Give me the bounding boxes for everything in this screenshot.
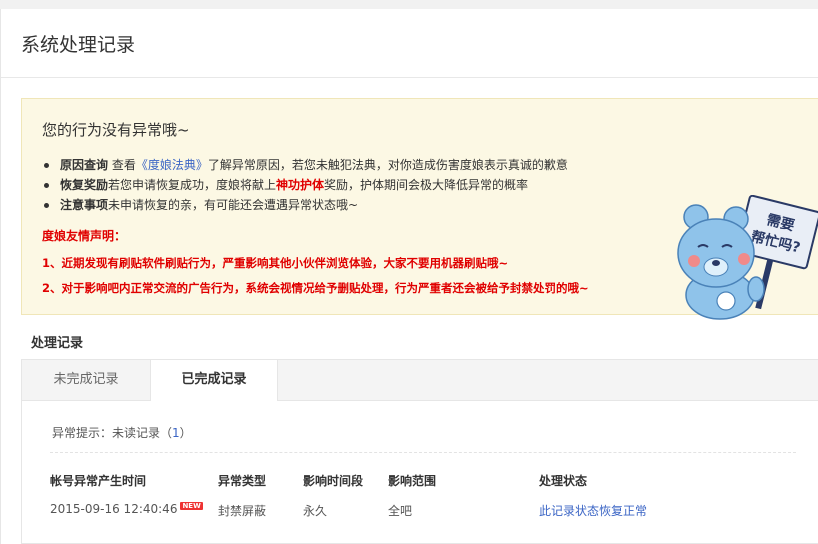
notice-item-reason: 原因查询 查看《度娘法典》了解异常原因，若您未触犯法典，对你造成伤害度娘表示真诚… xyxy=(42,155,568,175)
notice-text: 奖励，护体期间会极大降低异常的概率 xyxy=(324,178,529,192)
column-header-duration: 影响时间段 xyxy=(303,474,364,488)
record-time: 2015-09-16 12:40:46 xyxy=(50,502,178,516)
page-header: 系统处理记录 xyxy=(1,9,818,78)
records-title: 处理记录 xyxy=(31,336,84,351)
table-cell-scope: 全吧 xyxy=(388,504,413,518)
table-cell-time: 2015-09-16 12:40:46 NEW xyxy=(50,502,203,516)
records-panel: 未完成记录 已完成记录 异常提示：未读记录（1） 帐号异常产生时间 异常类型 影… xyxy=(21,359,818,544)
notice-list: 原因查询 查看《度娘法典》了解异常原因，若您未触犯法典，对你造成伤害度娘表示真诚… xyxy=(42,155,568,215)
notice-text: 未申请恢复的亲，有可能还会遭遇异常状态哦~ xyxy=(108,198,359,212)
unread-count[interactable]: 1 xyxy=(172,426,180,440)
notice-item-label: 注意事项 xyxy=(60,198,109,212)
notice-title: 您的行为没有异常哦~ xyxy=(42,121,190,139)
column-header-time: 帐号异常产生时间 xyxy=(50,474,147,488)
law-book-link[interactable]: 《度娘法典》 xyxy=(136,158,208,172)
new-badge: NEW xyxy=(180,502,203,510)
hint-end: ） xyxy=(179,426,192,440)
declaration-line-1: 1、近期发现有刷贴软件刷贴行为，严重影响其他小伙伴浏览体验，大家不要用机器刷贴哦… xyxy=(42,256,509,270)
notice-text: 查看 xyxy=(108,158,136,172)
column-header-scope: 影响范围 xyxy=(388,474,437,488)
notice-item-reward: 恢复奖励若您申请恢复成功，度娘将献上神功护体奖励，护体期间会极大降低异常的概率 xyxy=(42,175,568,195)
notice-item-caution: 注意事项未申请恢复的亲，有可能还会遭遇异常状态哦~ xyxy=(42,195,568,215)
notice-panel: 您的行为没有异常哦~ 原因查询 查看《度娘法典》了解异常原因，若您未触犯法典，对… xyxy=(21,98,818,320)
unread-hint: 异常提示：未读记录（1） xyxy=(52,424,192,441)
page: 系统处理记录 您的行为没有异常哦~ 原因查询 查看《度娘法典》了解异常原因，若您… xyxy=(0,9,818,544)
tab-finished-records[interactable]: 已完成记录 xyxy=(150,360,278,401)
notice-text: 若您申请恢复成功，度娘将献上 xyxy=(108,178,277,192)
table-cell-status: 此记录状态恢复正常 xyxy=(539,502,647,519)
column-header-type: 异常类型 xyxy=(218,474,267,488)
notice-item-label: 恢复奖励 xyxy=(60,178,109,192)
reward-highlight: 神功护体 xyxy=(276,178,325,192)
record-status-link[interactable]: 此记录状态恢复正常 xyxy=(539,504,647,518)
table-cell-type: 封禁屏蔽 xyxy=(218,504,267,518)
declaration-title: 度娘友情声明： xyxy=(42,229,127,243)
table-cell-duration: 永久 xyxy=(303,504,328,518)
notice-item-label: 原因查询 xyxy=(60,158,109,172)
notice-text: 了解异常原因，若您未触犯法典，对你造成伤害度娘表示真诚的歉意 xyxy=(207,158,568,172)
hint-label: 异常提示：未读记录（ xyxy=(52,426,173,440)
divider xyxy=(50,452,796,453)
column-header-status: 处理状态 xyxy=(539,474,588,488)
bear-mascot-icon: 需要 帮忙吗? xyxy=(677,195,818,320)
declaration-line-2: 2、对于影响吧内正常交流的广告行为，系统会视情况给予删贴处理，行为严重者还会被给… xyxy=(42,281,589,295)
records-tabbar: 未完成记录 已完成记录 xyxy=(22,360,818,401)
tab-unfinished-records[interactable]: 未完成记录 xyxy=(22,360,150,400)
page-title: 系统处理记录 xyxy=(21,33,136,56)
